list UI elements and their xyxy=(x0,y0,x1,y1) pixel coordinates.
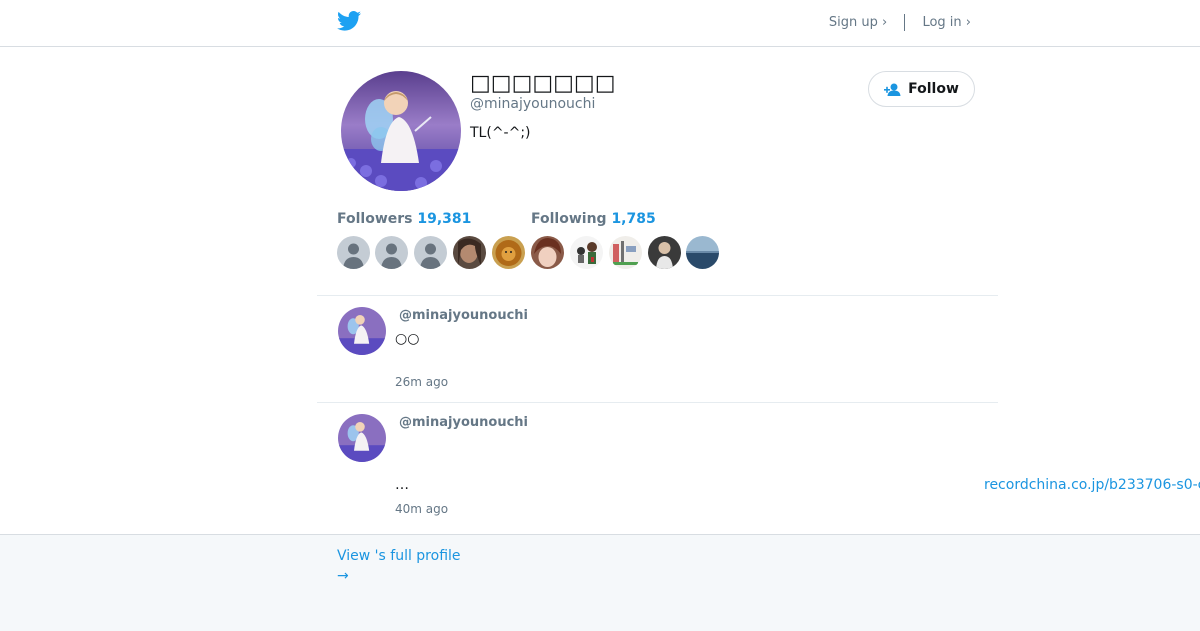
followers-stat[interactable]: Followers 19,381 xyxy=(337,211,471,227)
following-avatar[interactable] xyxy=(570,236,603,269)
following-avatar[interactable] xyxy=(531,236,564,269)
footer: View 's full profile → xyxy=(0,534,1200,631)
following-avatar[interactable] xyxy=(648,236,681,269)
following-avatar[interactable] xyxy=(686,236,719,269)
tweet-handle[interactable]: @minajyounouchi xyxy=(399,308,528,323)
followers-label: Followers xyxy=(337,211,413,227)
view-full-profile-link[interactable]: View 's full profile → xyxy=(337,546,461,586)
add-user-icon xyxy=(884,83,901,96)
tweet-timestamp[interactable]: 26m ago xyxy=(395,375,448,389)
follower-avatar[interactable] xyxy=(337,236,370,269)
profile-name: □□□□□□□ xyxy=(470,71,616,96)
profile-avatar[interactable] xyxy=(341,71,461,191)
follow-label: Follow xyxy=(908,81,959,97)
follower-avatar[interactable] xyxy=(375,236,408,269)
tweet-link[interactable]: recordchina.co.jp/b233706-s0-c xyxy=(984,477,1200,493)
divider xyxy=(317,402,998,403)
following-avatar[interactable] xyxy=(609,236,642,269)
follow-button[interactable]: Follow xyxy=(868,71,975,107)
tweet-timestamp[interactable]: 40m ago xyxy=(395,502,448,516)
tweet-text: ○○ xyxy=(395,331,420,347)
following-label: Following xyxy=(531,211,607,227)
auth-links: Sign up › Log in › xyxy=(829,14,971,31)
log-in-link[interactable]: Log in › xyxy=(922,15,971,30)
following-stat[interactable]: Following 1,785 xyxy=(531,211,656,227)
followers-count: 19,381 xyxy=(417,211,472,227)
follower-avatar[interactable] xyxy=(453,236,486,269)
arrow-right-icon: → xyxy=(337,568,349,584)
following-count: 1,785 xyxy=(611,211,656,227)
tweet-avatar[interactable] xyxy=(338,307,386,355)
tweet-handle[interactable]: @minajyounouchi xyxy=(399,415,528,430)
sign-up-link[interactable]: Sign up › xyxy=(829,15,887,30)
view-full-profile-text: View 's full profile xyxy=(337,548,461,564)
follower-avatar[interactable] xyxy=(492,236,525,269)
profile-bio: TL(^-^;) xyxy=(470,125,531,141)
twitter-bird-icon[interactable] xyxy=(337,11,361,31)
divider xyxy=(317,295,998,296)
divider xyxy=(904,14,906,31)
profile-handle: @minajyounouchi xyxy=(470,96,596,112)
follower-avatar[interactable] xyxy=(414,236,447,269)
tweet-text: … xyxy=(395,477,409,493)
top-bar: Sign up › Log in › xyxy=(0,0,1200,47)
tweet-avatar[interactable] xyxy=(338,414,386,462)
